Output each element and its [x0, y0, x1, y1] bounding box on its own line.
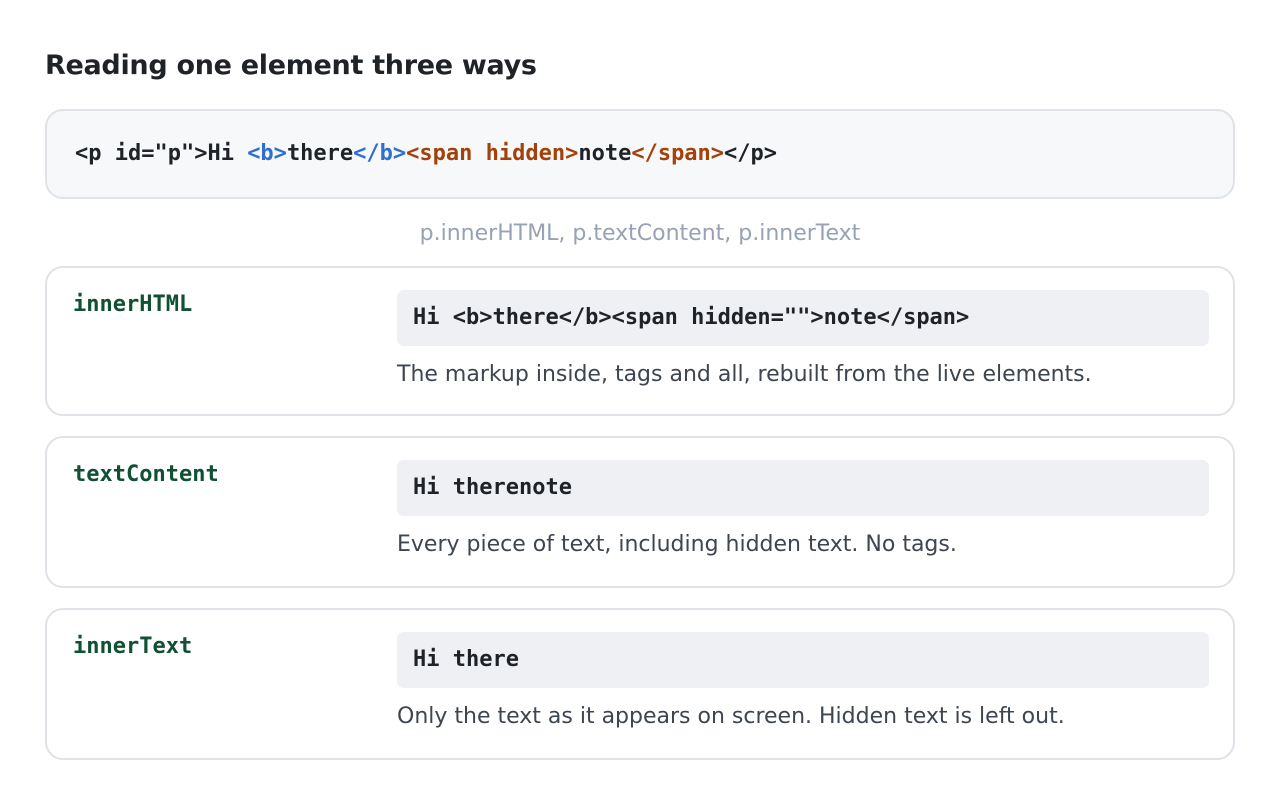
property-result: Hi there — [397, 632, 1209, 688]
code-token: <span hidden> — [406, 141, 579, 166]
property-name: textContent — [73, 462, 219, 487]
code-token: note — [578, 141, 632, 166]
property-result: Hi therenote — [397, 460, 1209, 516]
property-card-textcontent: textContent Hi therenote Every piece of … — [45, 436, 1235, 588]
property-description: Only the text as it appears on screen. H… — [397, 704, 1065, 729]
source-code-block: <p id="p">Hi <b>there</b><span hidden>no… — [45, 109, 1235, 199]
code-token: <b> — [247, 141, 287, 166]
property-description: The markup inside, tags and all, rebuilt… — [397, 362, 1092, 387]
code-token: <p id="p">Hi — [75, 141, 248, 166]
property-result: Hi <b>there</b><span hidden="">note</spa… — [397, 290, 1209, 346]
caption: p.innerHTML, p.textContent, p.innerText — [419, 221, 861, 246]
page-title: Reading one element three ways — [45, 50, 537, 81]
property-card-innertext: innerText Hi there Only the text as it a… — [45, 608, 1235, 760]
code-token: there — [286, 141, 354, 166]
property-name: innerText — [73, 634, 193, 659]
property-card-innerhtml: innerHTML Hi <b>there</b><span hidden=""… — [45, 266, 1235, 416]
code-token: </p> — [724, 141, 778, 166]
property-description: Every piece of text, including hidden te… — [397, 532, 957, 557]
property-name: innerHTML — [73, 292, 193, 317]
code-token: </b> — [353, 141, 407, 166]
code-token: </span> — [631, 141, 725, 166]
